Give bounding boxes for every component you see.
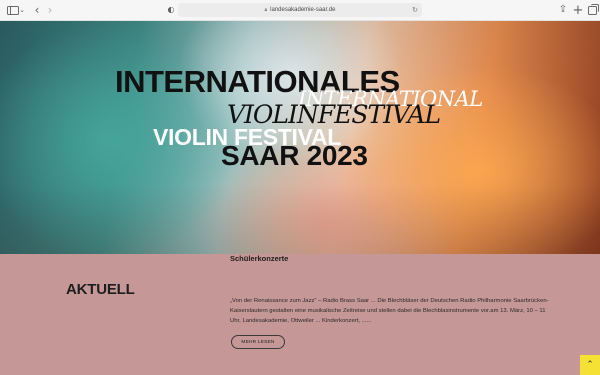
article-title[interactable]: Schülerkonzerte <box>230 254 288 263</box>
hero-title-line-5: SAAR 2023 <box>221 140 368 171</box>
reload-icon[interactable]: ↻ <box>412 6 418 14</box>
address-bar[interactable]: 🔒︎ landesakademie-saar.de ↻ <box>178 3 422 17</box>
news-heading: AKTUELL <box>66 281 135 298</box>
scroll-to-top-button[interactable]: ⌃ <box>580 355 600 375</box>
share-icon[interactable]: ⇪ <box>556 3 570 17</box>
chevron-left-icon[interactable]: ‹ <box>30 3 44 17</box>
news-section: AKTUELL Schülerkonzerte „Von der Renaiss… <box>0 254 600 375</box>
browser-toolbar: ⌄ ‹ › ◐ 🔒︎ landesakademie-saar.de ↻ ⇪ + <box>0 0 600 21</box>
hero-banner: INTERNATIONALES INTERNATIONAL VIOLINFEST… <box>0 21 600 254</box>
tab-overview-icon[interactable] <box>585 3 599 17</box>
read-more-button[interactable]: MEHR LESEN <box>231 335 285 349</box>
plus-icon[interactable]: + <box>571 3 585 17</box>
chevron-right-icon[interactable]: › <box>43 3 57 17</box>
lock-icon: 🔒︎ <box>264 7 268 13</box>
url-text: landesakademie-saar.de <box>270 7 336 13</box>
chevron-down-icon[interactable]: ⌄ <box>18 3 26 17</box>
shield-icon[interactable]: ◐ <box>164 3 178 17</box>
chevron-up-icon: ⌃ <box>586 360 594 370</box>
article-excerpt: „Von der Renaissance zum Jazz“ – Radio B… <box>230 298 549 324</box>
